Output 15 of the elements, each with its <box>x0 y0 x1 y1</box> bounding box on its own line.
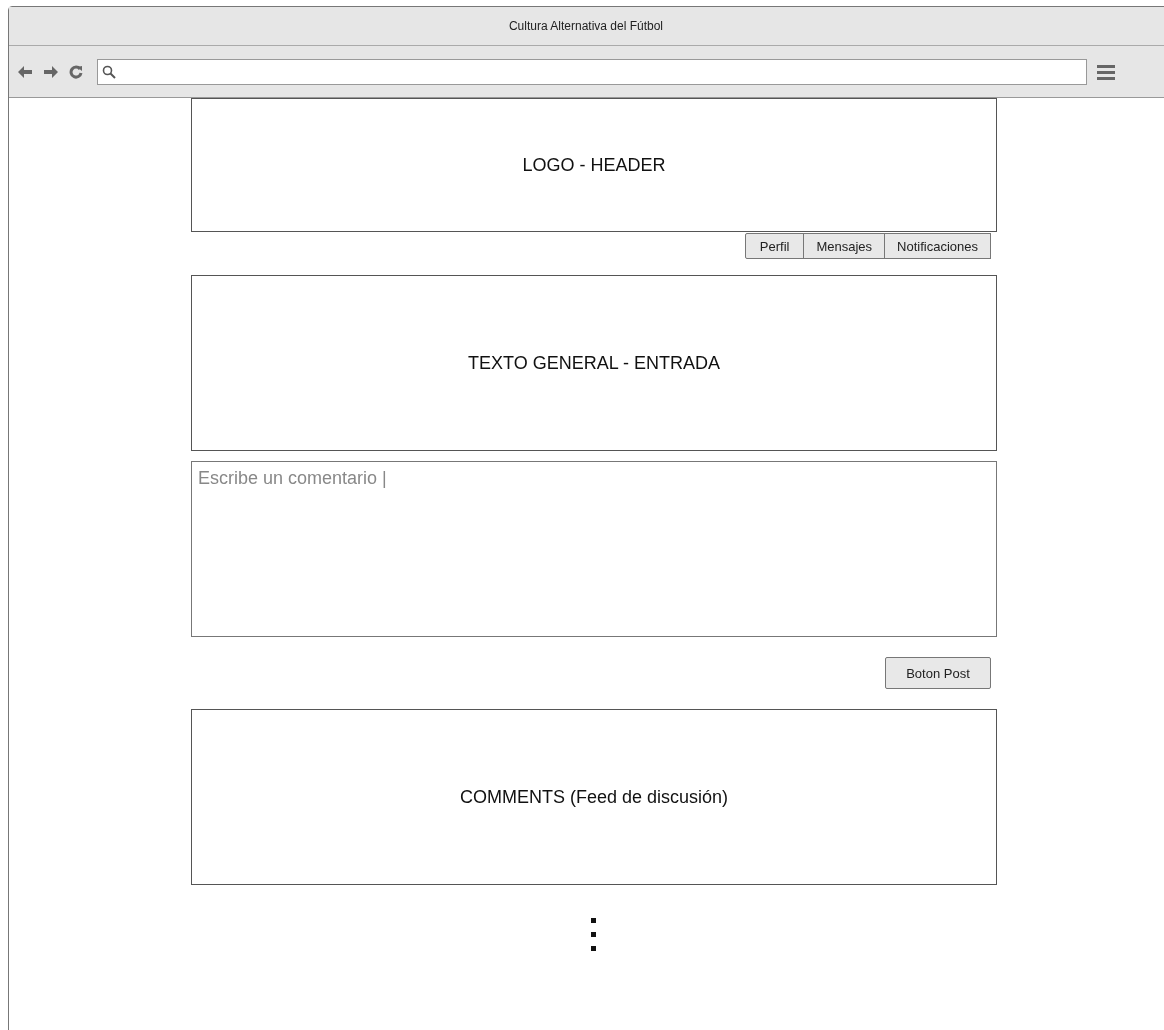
nav-tab[interactable]: Perfil <box>744 233 805 259</box>
comment-field[interactable]: Escribe un comentario | <box>191 461 997 637</box>
comments-label: COMMENTS (Feed de discusión) <box>459 786 729 808</box>
back-icon[interactable] <box>17 64 33 79</box>
menu-icon[interactable] <box>1097 63 1115 80</box>
reload-icon[interactable] <box>69 64 83 79</box>
header-label: LOGO - HEADER <box>522 154 666 176</box>
more-icon <box>591 917 597 953</box>
nav-tab[interactable]: Mensajes <box>803 233 886 259</box>
forward-icon[interactable] <box>43 64 59 79</box>
search-icon <box>102 64 116 79</box>
window-title: Cultura Alternativa del Fútbol <box>508 19 664 33</box>
nav-tab[interactable]: Notificaciones <box>884 233 991 259</box>
post-button[interactable]: Boton Post <box>885 657 991 689</box>
entry-label: TEXTO GENERAL - ENTRADA <box>467 352 720 374</box>
